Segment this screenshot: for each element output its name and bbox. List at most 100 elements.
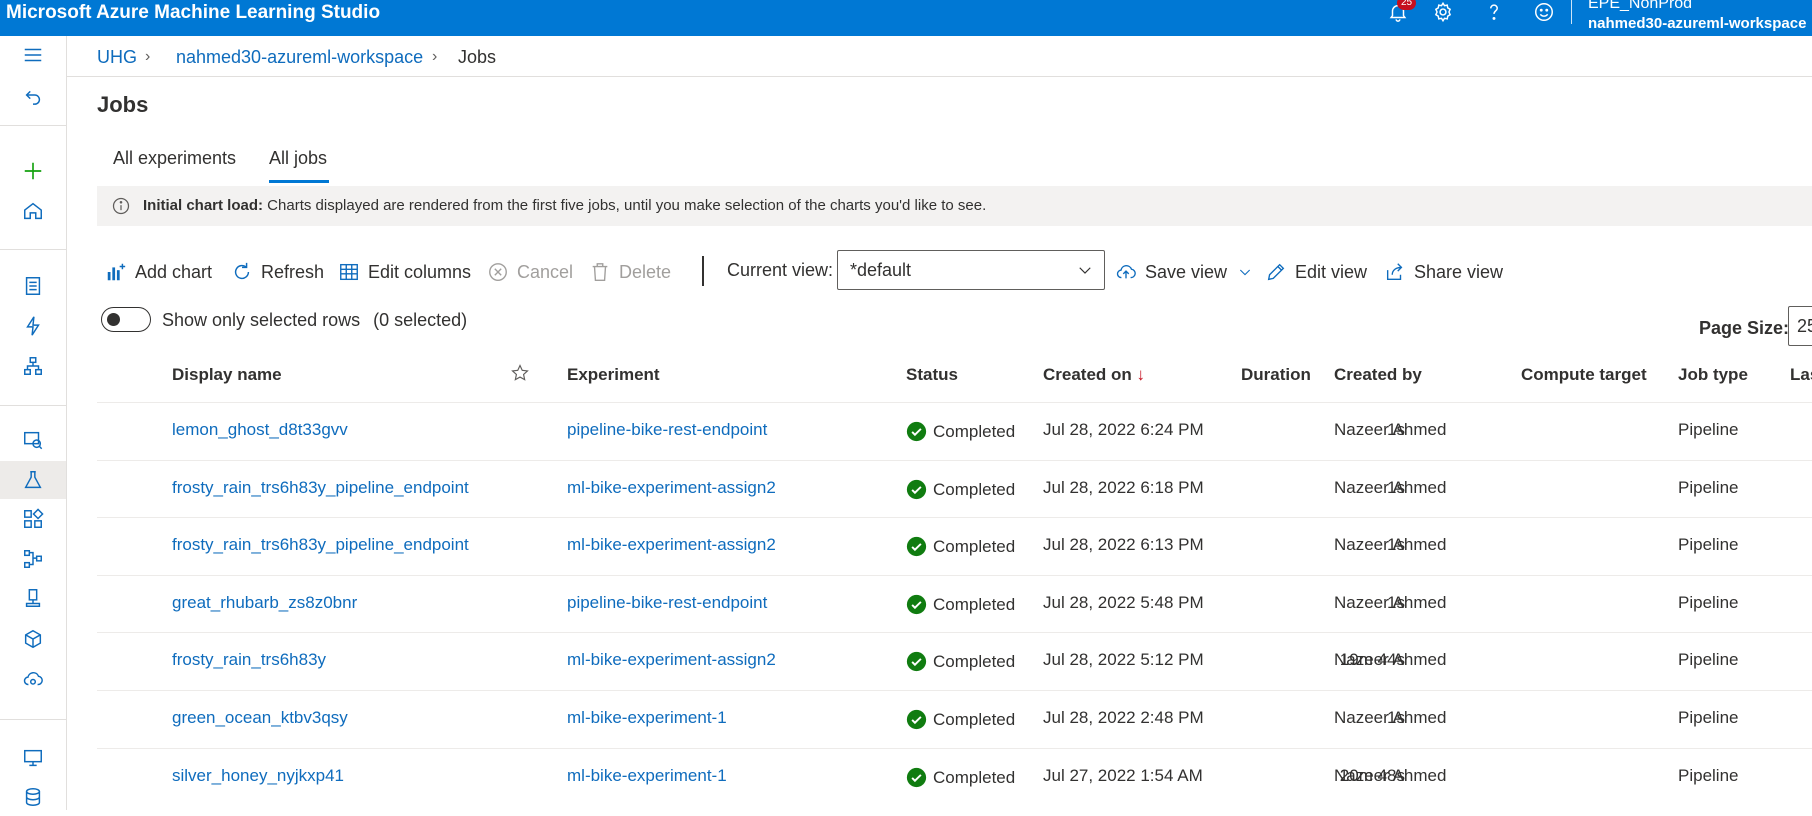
status-text: Completed — [933, 536, 1016, 556]
settings-gear-icon[interactable] — [1423, 0, 1463, 24]
edit-columns-button[interactable]: Edit columns — [338, 258, 471, 286]
save-view-button[interactable]: Save view — [1115, 258, 1261, 286]
hamburger-icon[interactable] — [0, 36, 66, 74]
breadcrumb-workspace[interactable]: nahmed30-azureml-workspace — [176, 47, 423, 68]
created-on-cell: Jul 27, 2022 1:54 AM — [1043, 766, 1203, 785]
show-selected-text: Show only selected rows — [162, 310, 361, 330]
tab-selected-indicator — [269, 180, 329, 183]
tab-all-jobs[interactable]: All jobs — [269, 148, 327, 169]
toolbar-divider — [702, 256, 704, 286]
column-header-job-type[interactable]: Job type — [1678, 365, 1748, 385]
experiment-link[interactable]: pipeline-bike-rest-endpoint — [567, 420, 767, 440]
models-icon[interactable] — [0, 620, 66, 658]
star-icon[interactable] — [510, 363, 530, 383]
job-type-cell: Pipeline — [1678, 650, 1739, 669]
designer-icon[interactable] — [0, 347, 66, 385]
table-row[interactable]: great_rhubarb_zs8z0bnr pipeline-bike-rest… — [97, 575, 1812, 632]
notification-badge: 25 — [1397, 0, 1417, 10]
table-columns-icon — [340, 263, 358, 281]
feedback-smiley-icon[interactable] — [1524, 0, 1564, 24]
table-row[interactable]: lemon_ghost_d8t33gvv pipeline-bike-rest-e… — [97, 402, 1812, 459]
topbar-divider — [1571, 0, 1572, 24]
column-header-experiment[interactable]: Experiment — [567, 365, 660, 385]
sort-descending-icon: ↓ — [1136, 365, 1146, 384]
table-row[interactable]: frosty_rain_trs6h83y_pipeline_endpoint ml… — [97, 517, 1812, 574]
status-text: Completed — [933, 767, 1016, 787]
datastores-icon[interactable] — [0, 778, 66, 816]
job-display-name-link[interactable]: silver_honey_nyjkxp41 — [172, 766, 344, 786]
job-display-name-link[interactable]: green_ocean_ktbv3qsy — [172, 708, 348, 728]
column-header-status[interactable]: Status — [906, 365, 958, 385]
share-view-label: Share view — [1414, 261, 1504, 282]
experiment-link[interactable]: ml-bike-experiment-assign2 — [567, 478, 776, 498]
experiment-link[interactable]: ml-bike-experiment-assign2 — [567, 535, 776, 555]
job-type-cell: Pipeline — [1678, 708, 1739, 727]
components-icon[interactable] — [0, 500, 66, 538]
column-header-last[interactable]: Las — [1790, 365, 1812, 385]
status-text: Completed — [933, 479, 1016, 499]
column-header-display-name[interactable]: Display name — [172, 365, 282, 385]
share-view-button[interactable]: Share view — [1384, 258, 1503, 286]
column-header-compute-target[interactable]: Compute target — [1521, 365, 1647, 385]
info-message: Initial chart load: Charts displayed are… — [143, 197, 986, 214]
cloud-upload-icon — [1116, 265, 1136, 279]
experiment-link[interactable]: ml-bike-experiment-1 — [567, 708, 727, 728]
column-header-created-on[interactable]: Created on ↓ — [1043, 365, 1145, 385]
notebook-icon[interactable] — [0, 267, 66, 305]
home-icon[interactable] — [0, 192, 66, 230]
page-size-dropdown[interactable]: 25 — [1788, 306, 1812, 346]
cancel-button[interactable]: Cancel — [487, 258, 573, 286]
status-text: Completed — [933, 421, 1016, 441]
account-switcher[interactable]: EPE_NonProd nahmed30-azureml-workspace — [1588, 0, 1806, 34]
created-on-cell: Jul 28, 2022 2:48 PM — [1043, 708, 1204, 727]
app-title[interactable]: Microsoft Azure Machine Learning Studio — [6, 2, 380, 24]
tab-all-experiments[interactable]: All experiments — [113, 148, 236, 169]
nav-separator — [0, 405, 66, 406]
created-by-cell: Nazeer Ahmed — [1334, 535, 1447, 554]
plus-icon[interactable] — [0, 152, 66, 190]
page-size-label: Page Size: — [1699, 318, 1790, 338]
back-icon[interactable] — [0, 76, 66, 114]
show-selected-toggle[interactable] — [101, 307, 151, 332]
delete-button[interactable]: Delete — [589, 258, 671, 286]
trash-icon — [592, 263, 608, 281]
job-display-name-link[interactable]: frosty_rain_trs6h83y — [172, 650, 326, 670]
job-type-cell: Pipeline — [1678, 766, 1739, 785]
add-chart-button[interactable]: Add chart — [105, 258, 212, 286]
refresh-icon — [234, 262, 250, 280]
job-display-name-link[interactable]: frosty_rain_trs6h83y_pipeline_endpoint — [172, 478, 469, 498]
help-icon[interactable] — [1474, 0, 1514, 24]
experiment-link[interactable]: ml-bike-experiment-1 — [567, 766, 727, 786]
current-view-dropdown[interactable]: *default — [837, 250, 1105, 290]
jobs-icon[interactable] — [0, 461, 66, 499]
created-on-cell: Jul 28, 2022 5:12 PM — [1043, 650, 1204, 669]
cancel-circle-icon — [489, 263, 507, 281]
pipelines-icon[interactable] — [0, 540, 66, 578]
job-display-name-link[interactable]: lemon_ghost_d8t33gvv — [172, 420, 348, 440]
experiment-link[interactable]: ml-bike-experiment-assign2 — [567, 650, 776, 670]
column-header-created-by[interactable]: Created by — [1334, 365, 1422, 385]
status-text: Completed — [933, 594, 1016, 614]
automl-icon[interactable] — [0, 307, 66, 345]
job-display-name-link[interactable]: frosty_rain_trs6h83y_pipeline_endpoint — [172, 535, 469, 555]
created-on-cell: Jul 28, 2022 6:18 PM — [1043, 478, 1204, 497]
table-row[interactable]: silver_honey_nyjkxp41 ml-bike-experiment-… — [97, 748, 1812, 805]
created-by-cell: Nazeer Ahmed — [1334, 650, 1447, 669]
created-by-cell: Nazeer Ahmed — [1334, 478, 1447, 497]
column-header-duration[interactable]: Duration — [1241, 365, 1311, 385]
data-labeling-icon[interactable] — [0, 421, 66, 459]
table-row[interactable]: frosty_rain_trs6h83y ml-bike-experiment-a… — [97, 632, 1812, 689]
chevron-right-icon: › — [145, 48, 151, 65]
compute-icon[interactable] — [0, 739, 66, 777]
breadcrumb-uhg[interactable]: UHG — [97, 47, 137, 68]
job-type-cell: Pipeline — [1678, 593, 1739, 612]
experiment-link[interactable]: pipeline-bike-rest-endpoint — [567, 593, 767, 613]
endpoints-icon[interactable] — [0, 660, 66, 698]
edit-view-button[interactable]: Edit view — [1265, 258, 1367, 286]
environments-icon[interactable] — [0, 579, 66, 617]
job-display-name-link[interactable]: great_rhubarb_zs8z0bnr — [172, 593, 357, 613]
created-by-cell: Nazeer Ahmed — [1334, 708, 1447, 727]
table-row[interactable]: green_ocean_ktbv3qsy ml-bike-experiment-1… — [97, 690, 1812, 747]
table-row[interactable]: frosty_rain_trs6h83y_pipeline_endpoint ml… — [97, 460, 1812, 517]
refresh-button[interactable]: Refresh — [231, 258, 324, 286]
